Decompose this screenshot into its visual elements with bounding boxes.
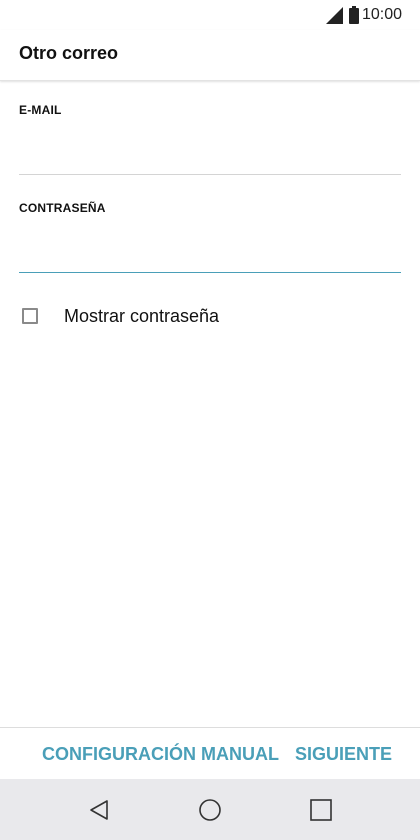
- show-password-checkbox[interactable]: Mostrar contraseña: [22, 303, 219, 329]
- recents-button[interactable]: [308, 797, 334, 823]
- back-icon: [90, 800, 108, 820]
- status-icons: 10:00: [325, 5, 402, 25]
- status-time: 10:00: [361, 6, 402, 23]
- manual-setup-button[interactable]: CONFIGURACIÓN MANUAL: [42, 734, 279, 774]
- home-button[interactable]: [197, 797, 223, 823]
- checkbox-icon[interactable]: [22, 308, 38, 324]
- password-label: CONTRASEÑA: [19, 201, 106, 215]
- title-bar: Otro correo: [0, 30, 420, 81]
- show-password-label: Mostrar contraseña: [64, 305, 220, 326]
- signal-icon: [325, 6, 343, 24]
- back-button[interactable]: [86, 797, 112, 823]
- email-field[interactable]: [19, 140, 401, 175]
- password-field[interactable]: [19, 238, 401, 273]
- home-icon: [199, 799, 221, 821]
- page-title: Otro correo: [19, 43, 119, 63]
- battery-icon: [348, 6, 359, 24]
- next-button[interactable]: SIGUIENTE: [295, 734, 392, 774]
- email-label: E-MAIL: [19, 103, 62, 117]
- navigation-bar: [0, 779, 420, 840]
- recents-icon: [310, 799, 332, 821]
- bottom-divider: [0, 727, 420, 728]
- status-bar: 10:00: [0, 0, 420, 30]
